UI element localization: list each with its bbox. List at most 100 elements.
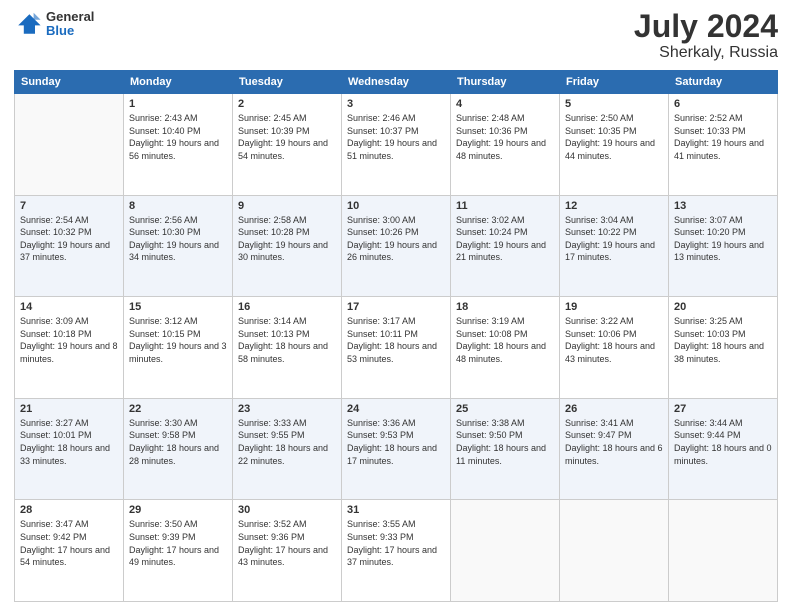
calendar-row: 21 Sunrise: 3:27 AMSunset: 10:01 PMDaylig… [15, 398, 778, 500]
day-number: 25 [456, 403, 554, 415]
day-number: 4 [456, 98, 554, 110]
calendar-cell: 29 Sunrise: 3:50 AMSunset: 9:39 PMDayligh… [124, 500, 233, 602]
day-number: 18 [456, 301, 554, 313]
day-info: Sunrise: 3:30 AMSunset: 9:58 PMDaylight:… [129, 417, 227, 467]
day-info: Sunrise: 3:33 AMSunset: 9:55 PMDaylight:… [238, 417, 336, 467]
calendar-cell: 4 Sunrise: 2:48 AMSunset: 10:36 PMDayligh… [451, 94, 560, 196]
day-number: 23 [238, 403, 336, 415]
logo-general-text: General [46, 10, 94, 24]
day-info: Sunrise: 2:58 AMSunset: 10:28 PMDaylight… [238, 214, 336, 264]
day-number: 27 [674, 403, 772, 415]
calendar-cell: 24 Sunrise: 3:36 AMSunset: 9:53 PMDayligh… [342, 398, 451, 500]
calendar-cell: 1Sunrise: 2:43 AMSunset: 10:40 PMDayligh… [124, 94, 233, 196]
day-info: Sunrise: 3:44 AMSunset: 9:44 PMDaylight:… [674, 417, 772, 467]
day-info: Sunrise: 2:54 AMSunset: 10:32 PMDaylight… [20, 214, 118, 264]
calendar-cell: 15 Sunrise: 3:12 AMSunset: 10:15 PMDaylig… [124, 297, 233, 399]
day-number: 5 [565, 98, 663, 110]
day-info: Sunrise: 3:52 AMSunset: 9:36 PMDaylight:… [238, 518, 336, 568]
calendar-cell: 17Sunrise: 3:17 AMSunset: 10:11 PMDaylig… [342, 297, 451, 399]
calendar-cell: 8 Sunrise: 2:56 AMSunset: 10:30 PMDayligh… [124, 195, 233, 297]
calendar-cell: 18 Sunrise: 3:19 AMSunset: 10:08 PMDaylig… [451, 297, 560, 399]
calendar-cell: 30 Sunrise: 3:52 AMSunset: 9:36 PMDayligh… [233, 500, 342, 602]
header-wednesday: Wednesday [342, 71, 451, 94]
day-info: Sunrise: 3:19 AMSunset: 10:08 PMDaylight… [456, 315, 554, 365]
header-thursday: Thursday [451, 71, 560, 94]
day-info: Sunrise: 2:48 AMSunset: 10:36 PMDaylight… [456, 112, 554, 162]
day-number: 28 [20, 504, 118, 516]
day-info: Sunrise: 2:56 AMSunset: 10:30 PMDaylight… [129, 214, 227, 264]
day-number: 9 [238, 200, 336, 212]
day-number: 19 [565, 301, 663, 313]
logo-blue-text: Blue [46, 24, 94, 38]
calendar-cell: 14Sunrise: 3:09 AMSunset: 10:18 PMDaylig… [15, 297, 124, 399]
day-number: 3 [347, 98, 445, 110]
day-number: 30 [238, 504, 336, 516]
calendar-cell: 6Sunrise: 2:52 AMSunset: 10:33 PMDayligh… [669, 94, 778, 196]
calendar-row: 1Sunrise: 2:43 AMSunset: 10:40 PMDayligh… [15, 94, 778, 196]
calendar-cell: 3 Sunrise: 2:46 AMSunset: 10:37 PMDayligh… [342, 94, 451, 196]
calendar-cell [15, 94, 124, 196]
day-info: Sunrise: 3:50 AMSunset: 9:39 PMDaylight:… [129, 518, 227, 568]
calendar-cell: 19 Sunrise: 3:22 AMSunset: 10:06 PMDaylig… [560, 297, 669, 399]
day-number: 21 [20, 403, 118, 415]
header: General Blue July 2024 Sherkaly, Russia [14, 10, 778, 62]
day-info: Sunrise: 3:02 AMSunset: 10:24 PMDaylight… [456, 214, 554, 264]
calendar-cell: 9 Sunrise: 2:58 AMSunset: 10:28 PMDayligh… [233, 195, 342, 297]
title-block: July 2024 Sherkaly, Russia [634, 10, 778, 62]
calendar-cell: 12Sunrise: 3:04 AMSunset: 10:22 PMDaylig… [560, 195, 669, 297]
calendar-cell [560, 500, 669, 602]
day-number: 14 [20, 301, 118, 313]
calendar-cell: 26 Sunrise: 3:41 AMSunset: 9:47 PMDayligh… [560, 398, 669, 500]
calendar-row: 14Sunrise: 3:09 AMSunset: 10:18 PMDaylig… [15, 297, 778, 399]
calendar-cell: 22 Sunrise: 3:30 AMSunset: 9:58 PMDayligh… [124, 398, 233, 500]
day-number: 29 [129, 504, 227, 516]
day-number: 13 [674, 200, 772, 212]
header-saturday: Saturday [669, 71, 778, 94]
header-tuesday: Tuesday [233, 71, 342, 94]
day-info: Sunrise: 3:36 AMSunset: 9:53 PMDaylight:… [347, 417, 445, 467]
day-info: Sunrise: 3:27 AMSunset: 10:01 PMDaylight… [20, 417, 118, 467]
day-number: 11 [456, 200, 554, 212]
day-info: Sunrise: 3:38 AMSunset: 9:50 PMDaylight:… [456, 417, 554, 467]
day-info: Sunrise: 3:12 AMSunset: 10:15 PMDaylight… [129, 315, 227, 365]
day-number: 8 [129, 200, 227, 212]
day-number: 20 [674, 301, 772, 313]
day-number: 7 [20, 200, 118, 212]
day-info: Sunrise: 3:41 AMSunset: 9:47 PMDaylight:… [565, 417, 663, 467]
day-info: Sunrise: 3:22 AMSunset: 10:06 PMDaylight… [565, 315, 663, 365]
day-info: Sunrise: 3:07 AMSunset: 10:20 PMDaylight… [674, 214, 772, 264]
day-number: 22 [129, 403, 227, 415]
month-title: July 2024 [634, 10, 778, 42]
header-friday: Friday [560, 71, 669, 94]
calendar-cell: 16Sunrise: 3:14 AMSunset: 10:13 PMDaylig… [233, 297, 342, 399]
day-number: 26 [565, 403, 663, 415]
day-number: 1 [129, 98, 227, 110]
calendar-cell: 10Sunrise: 3:00 AMSunset: 10:26 PMDaylig… [342, 195, 451, 297]
logo: General Blue [14, 10, 94, 39]
calendar-cell [451, 500, 560, 602]
calendar-header-row: Sunday Monday Tuesday Wednesday Thursday… [15, 71, 778, 94]
header-monday: Monday [124, 71, 233, 94]
calendar-table: Sunday Monday Tuesday Wednesday Thursday… [14, 70, 778, 602]
calendar-cell: 27 Sunrise: 3:44 AMSunset: 9:44 PMDayligh… [669, 398, 778, 500]
calendar-cell: 23 Sunrise: 3:33 AMSunset: 9:55 PMDayligh… [233, 398, 342, 500]
calendar-cell: 20Sunrise: 3:25 AMSunset: 10:03 PMDaylig… [669, 297, 778, 399]
calendar-cell: 21 Sunrise: 3:27 AMSunset: 10:01 PMDaylig… [15, 398, 124, 500]
location-title: Sherkaly, Russia [634, 44, 778, 62]
logo-icon [14, 10, 42, 38]
day-number: 24 [347, 403, 445, 415]
day-info: Sunrise: 3:04 AMSunset: 10:22 PMDaylight… [565, 214, 663, 264]
day-info: Sunrise: 2:46 AMSunset: 10:37 PMDaylight… [347, 112, 445, 162]
day-info: Sunrise: 3:17 AMSunset: 10:11 PMDaylight… [347, 315, 445, 365]
page: General Blue July 2024 Sherkaly, Russia … [0, 0, 792, 612]
calendar-cell: 28Sunrise: 3:47 AMSunset: 9:42 PMDayligh… [15, 500, 124, 602]
day-info: Sunrise: 2:45 AMSunset: 10:39 PMDaylight… [238, 112, 336, 162]
day-number: 2 [238, 98, 336, 110]
day-info: Sunrise: 3:00 AMSunset: 10:26 PMDaylight… [347, 214, 445, 264]
day-number: 15 [129, 301, 227, 313]
logo-text: General Blue [46, 10, 94, 39]
calendar-cell: 31Sunrise: 3:55 AMSunset: 9:33 PMDayligh… [342, 500, 451, 602]
calendar-cell: 13 Sunrise: 3:07 AMSunset: 10:20 PMDaylig… [669, 195, 778, 297]
calendar-cell [669, 500, 778, 602]
day-info: Sunrise: 2:52 AMSunset: 10:33 PMDaylight… [674, 112, 772, 162]
